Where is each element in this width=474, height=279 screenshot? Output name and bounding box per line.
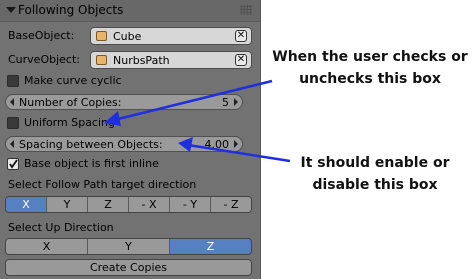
arrow-to-spacing-field xyxy=(178,137,291,163)
annotation-arrows xyxy=(104,79,291,163)
arrow-to-uniform-spacing xyxy=(104,79,273,126)
